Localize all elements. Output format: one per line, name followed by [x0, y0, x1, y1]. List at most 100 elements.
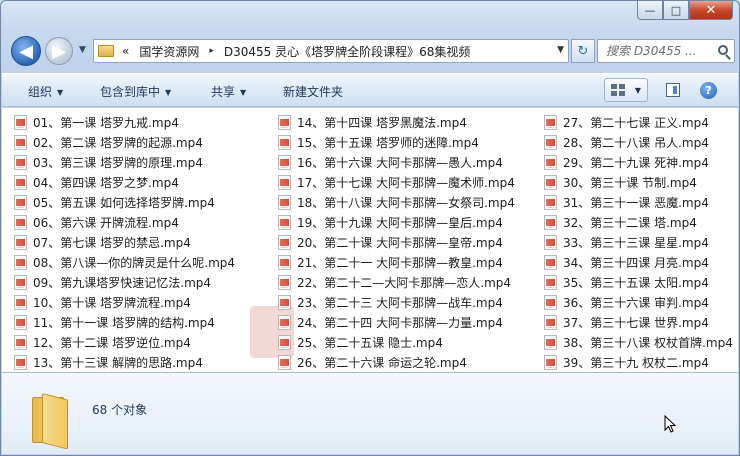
- file-name: 29、第二十九课 死神.mp4: [563, 155, 709, 170]
- file-item[interactable]: 09、第九课塔罗快速记忆法.mp4: [14, 272, 235, 292]
- file-item[interactable]: 24、第二十四 大阿卡那牌—力量.mp4: [278, 312, 515, 332]
- file-item[interactable]: 14、第十四课 塔罗黑魔法.mp4: [278, 112, 515, 132]
- file-item[interactable]: 32、第三十二课 塔.mp4: [544, 212, 733, 232]
- file-name: 07、第七课 塔罗的禁忌.mp4: [33, 235, 191, 250]
- video-file-icon: [278, 294, 291, 310]
- file-item[interactable]: 39、第三十九 权杖二.mp4: [544, 352, 733, 372]
- back-button[interactable]: ◀: [11, 36, 41, 66]
- file-item[interactable]: 04、第四课 塔罗之梦.mp4: [14, 172, 235, 192]
- file-item[interactable]: 13、第十三课 解牌的思路.mp4: [14, 352, 235, 372]
- file-item[interactable]: 30、第三十课 节制.mp4: [544, 172, 733, 192]
- file-item[interactable]: 08、第八课—你的牌灵是什么呢.mp4: [14, 252, 235, 272]
- address-dropdown-icon[interactable]: ▼: [557, 45, 564, 55]
- file-item[interactable]: 05、第五课 如何选择塔罗牌.mp4: [14, 192, 235, 212]
- video-file-icon: [14, 154, 27, 170]
- breadcrumb-current[interactable]: D30455 灵心《塔罗牌全阶段课程》68集视频: [224, 43, 471, 60]
- new-folder-button[interactable]: 新建文件夹: [283, 83, 343, 100]
- back-arrow-icon: ◀: [19, 40, 33, 62]
- file-item[interactable]: 37、第三十七课 世界.mp4: [544, 312, 733, 332]
- file-item[interactable]: 15、第十五课 塔罗师的迷障.mp4: [278, 132, 515, 152]
- refresh-icon: ↻: [577, 43, 589, 59]
- file-item[interactable]: 38、第三十八课 权杖首牌.mp4: [544, 332, 733, 352]
- video-file-icon: [14, 274, 27, 290]
- file-item[interactable]: 34、第三十四课 月亮.mp4: [544, 252, 733, 272]
- file-item[interactable]: 11、第十一课 塔罗牌的结构.mp4: [14, 312, 235, 332]
- new-folder-label: 新建文件夹: [283, 85, 344, 99]
- share-menu[interactable]: 共享 ▼: [211, 83, 246, 100]
- maximize-button[interactable]: □: [663, 1, 689, 20]
- file-item[interactable]: 21、第二十一 大阿卡那牌—教皇.mp4: [278, 252, 515, 272]
- refresh-button[interactable]: ↻: [571, 39, 595, 63]
- help-button[interactable]: ?: [700, 82, 717, 99]
- file-item[interactable]: 07、第七课 塔罗的禁忌.mp4: [14, 232, 235, 252]
- file-item[interactable]: 33、第三十三课 星星.mp4: [544, 232, 733, 252]
- include-in-library-label: 包含到库中: [100, 85, 161, 99]
- file-item[interactable]: 20、第二十课 大阿卡那牌—皇帝.mp4: [278, 232, 515, 252]
- file-item[interactable]: 19、第十九课 大阿卡那牌—皇后.mp4: [278, 212, 515, 232]
- chevron-down-icon: ▼: [634, 86, 641, 95]
- file-name: 19、第十九课 大阿卡那牌—皇后.mp4: [297, 215, 503, 230]
- breadcrumb-overflow[interactable]: «: [122, 44, 129, 58]
- file-name: 38、第三十八课 权杖首牌.mp4: [563, 335, 733, 350]
- file-item[interactable]: 03、第三课 塔罗牌的原理.mp4: [14, 152, 235, 172]
- search-input[interactable]: [606, 44, 710, 58]
- breadcrumb-parent[interactable]: 国学资源网: [139, 43, 199, 60]
- chevron-down-icon: ▼: [57, 88, 64, 97]
- minimize-button[interactable]: —: [637, 1, 663, 20]
- file-name: 14、第十四课 塔罗黑魔法.mp4: [297, 115, 467, 130]
- video-file-icon: [14, 114, 27, 130]
- file-item[interactable]: 17、第十七课 大阿卡那牌—魔术师.mp4: [278, 172, 515, 192]
- file-item[interactable]: 22、第二十二—大阿卡那牌—恋人.mp4: [278, 272, 515, 292]
- forward-arrow-icon: ▶: [52, 40, 66, 62]
- file-item[interactable]: 26、第二十六课 命运之轮.mp4: [278, 352, 515, 372]
- file-item[interactable]: 01、第一课 塔罗九戒.mp4: [14, 112, 235, 132]
- video-file-icon: [278, 114, 291, 130]
- video-file-icon: [544, 174, 557, 190]
- file-item[interactable]: 18、第十八课 大阿卡那牌—女祭司.mp4: [278, 192, 515, 212]
- video-file-icon: [544, 214, 557, 230]
- breadcrumb-separator-icon[interactable]: ▸: [209, 46, 214, 56]
- file-item[interactable]: 02、第二课 塔罗牌的起源.mp4: [14, 132, 235, 152]
- file-name: 09、第九课塔罗快速记忆法.mp4: [33, 275, 212, 290]
- file-item[interactable]: 25、第二十五课 隐士.mp4: [278, 332, 515, 352]
- file-name: 31、第三十一课 恶魔.mp4: [563, 195, 709, 210]
- organize-menu[interactable]: 组织 ▼: [28, 83, 63, 100]
- file-item[interactable]: 27、第二十七课 正义.mp4: [544, 112, 733, 132]
- file-name: 17、第十七课 大阿卡那牌—魔术师.mp4: [297, 175, 515, 190]
- video-file-icon: [544, 134, 557, 150]
- folder-icon: [32, 393, 74, 450]
- file-item[interactable]: 12、第十二课 塔罗逆位.mp4: [14, 332, 235, 352]
- video-file-icon: [278, 194, 291, 210]
- file-name: 26、第二十六课 命运之轮.mp4: [297, 355, 467, 370]
- file-item[interactable]: 23、第二十三 大阿卡那牌—战车.mp4: [278, 292, 515, 312]
- file-item[interactable]: 10、第十课 塔罗牌流程.mp4: [14, 292, 235, 312]
- recent-pages-dropdown[interactable]: ▼: [79, 45, 86, 55]
- file-item[interactable]: 16、第十六课 大阿卡那牌—愚人.mp4: [278, 152, 515, 172]
- file-item[interactable]: 35、第三十五课 太阳.mp4: [544, 272, 733, 292]
- search-icon[interactable]: [718, 45, 728, 55]
- change-view-button[interactable]: ▼: [604, 78, 648, 102]
- close-button[interactable]: ✕: [689, 1, 733, 20]
- file-name: 16、第十六课 大阿卡那牌—愚人.mp4: [297, 155, 503, 170]
- video-file-icon: [544, 334, 557, 350]
- include-in-library-menu[interactable]: 包含到库中 ▼: [100, 83, 171, 100]
- search-box: [597, 39, 735, 63]
- video-file-icon: [278, 154, 291, 170]
- file-item[interactable]: 06、第六课 开牌流程.mp4: [14, 212, 235, 232]
- forward-button[interactable]: ▶: [45, 37, 73, 65]
- file-item[interactable]: 29、第二十九课 死神.mp4: [544, 152, 733, 172]
- file-item[interactable]: 31、第三十一课 恶魔.mp4: [544, 192, 733, 212]
- address-bar[interactable]: « 国学资源网 ▸ D30455 灵心《塔罗牌全阶段课程》68集视频 ▼: [93, 39, 569, 63]
- file-name: 06、第六课 开牌流程.mp4: [33, 215, 179, 230]
- file-item[interactable]: 36、第三十六课 审判.mp4: [544, 292, 733, 312]
- file-name: 34、第三十四课 月亮.mp4: [563, 255, 709, 270]
- caption-buttons: — □ ✕: [637, 1, 733, 20]
- video-file-icon: [278, 134, 291, 150]
- video-file-icon: [544, 314, 557, 330]
- preview-pane-button[interactable]: [666, 83, 680, 97]
- video-file-icon: [14, 294, 27, 310]
- file-item[interactable]: 28、第二十八课 吊人.mp4: [544, 132, 733, 152]
- video-file-icon: [278, 234, 291, 250]
- video-file-icon: [14, 354, 27, 370]
- file-name: 28、第二十八课 吊人.mp4: [563, 135, 709, 150]
